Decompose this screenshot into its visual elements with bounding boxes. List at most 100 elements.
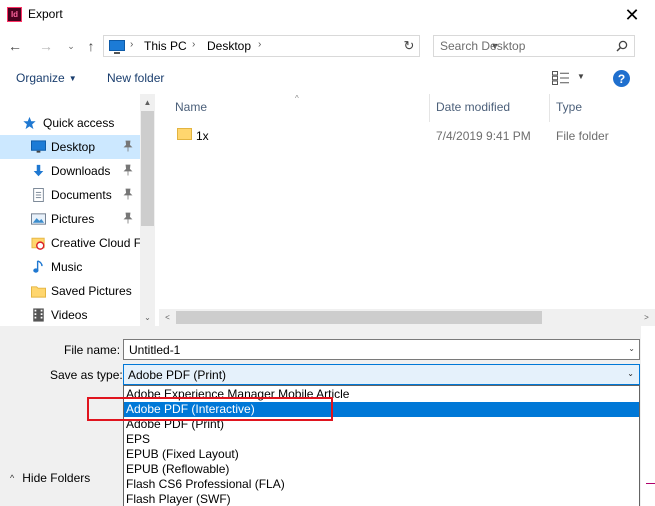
star-icon [23,116,36,130]
dropdown-option[interactable]: Adobe PDF (Print) [124,417,639,432]
column-header-type[interactable]: Type [556,100,582,122]
organize-button[interactable]: Organize ▼ [16,71,77,85]
caret-down-icon[interactable]: ▼ [577,72,585,81]
search-icon[interactable] [616,40,628,52]
creative-cloud-icon [31,237,45,250]
chevron-down-icon[interactable]: ⌄ [628,344,635,353]
recent-locations-icon[interactable]: ⌄ [62,37,80,55]
sidebar-item-label: Downloads [51,164,111,178]
refresh-icon[interactable]: ↻ [399,35,420,57]
save-as-type-select[interactable]: Adobe PDF (Print) ⌄ [123,364,640,385]
help-icon[interactable]: ? [613,70,630,87]
scroll-down-icon[interactable]: ⌄ [140,309,155,326]
title-bar: Id Export ✕ [0,0,655,30]
sidebar-scrollbar[interactable]: ▲ ⌄ [140,94,155,326]
navigation-bar: ← → ⌄ ↑ › This PC › Desktop › ▼ ↻ [0,30,655,62]
file-name: 1x [196,129,209,143]
sidebar-item-label: Creative Cloud F [51,236,142,250]
horizontal-scrollbar[interactable]: < > [159,309,655,326]
navigation-pane: Quick access Desktop Downloads Documents… [0,94,155,326]
file-type: File folder [556,129,609,143]
background-window-accent [646,483,655,484]
breadcrumb-separator[interactable]: › [258,39,261,50]
column-divider[interactable] [549,94,550,122]
sidebar-item-label: Documents [51,188,112,202]
column-header-name[interactable]: Name [175,100,207,122]
folder-icon [31,286,46,298]
sidebar-item-label: Saved Pictures [51,284,132,298]
file-list: ^ Name Date modified Type 1x 7/4/2019 9:… [159,94,655,326]
dropdown-option[interactable]: Flash CS6 Professional (FLA) [124,477,639,492]
hide-folders-label: Hide Folders [22,471,91,485]
search-box[interactable] [433,35,635,57]
sidebar-item-pictures[interactable]: Pictures [0,207,140,231]
pin-icon[interactable] [122,188,134,200]
sidebar-item-saved-pictures[interactable]: Saved Pictures [0,279,140,303]
sidebar-item-creative-cloud[interactable]: Creative Cloud F [0,231,142,255]
scrollbar-thumb[interactable] [176,311,542,324]
back-arrow-icon[interactable]: ← [6,37,24,55]
organize-label: Organize [16,71,65,85]
breadcrumb-separator[interactable]: › [192,39,195,50]
window-title: Export [28,7,63,21]
file-row[interactable]: 1x 7/4/2019 9:41 PM File folder [159,124,639,146]
save-as-type-label: Save as type: [50,368,123,382]
breadcrumb-desktop[interactable]: Desktop [207,39,251,53]
file-name-label: File name: [64,343,121,357]
file-name-value[interactable]: Untitled-1 [129,343,180,357]
new-folder-button[interactable]: New folder [107,71,164,85]
file-name-field[interactable]: Untitled-1 ⌄ [123,339,640,360]
file-date: 7/4/2019 9:41 PM [436,129,531,143]
sidebar-item-videos[interactable]: Videos [0,303,140,326]
search-input[interactable] [434,36,614,56]
save-type-dropdown-list[interactable]: Adobe Experience Manager Mobile Article … [123,385,640,506]
caret-down-icon: ▼ [68,74,77,83]
documents-icon [33,188,44,202]
dropdown-option[interactable]: Adobe Experience Manager Mobile Article [124,387,639,402]
up-arrow-icon[interactable]: ↑ [82,37,100,55]
forward-arrow-icon[interactable]: → [37,37,55,55]
background-window-edge [641,326,655,506]
pin-icon[interactable] [122,164,134,176]
scrollbar-thumb[interactable] [141,111,154,226]
sidebar-item-label: Desktop [51,140,96,154]
pin-icon[interactable] [122,212,134,224]
pictures-icon [31,213,46,225]
desktop-icon [31,140,46,153]
dropdown-option[interactable]: Flash Player (SWF) [124,492,639,506]
sidebar-item-label: Music [51,260,83,274]
sidebar-item-label: Quick access [43,116,115,130]
dropdown-option[interactable]: EPUB (Reflowable) [124,462,639,477]
view-options-icon[interactable] [552,71,570,85]
pin-icon[interactable] [122,140,134,152]
download-icon [33,164,44,177]
dropdown-option-selected[interactable]: Adobe PDF (Interactive) [124,402,639,417]
scroll-left-icon[interactable]: < [159,309,176,326]
scroll-up-icon[interactable]: ▲ [140,94,155,111]
save-as-type-value[interactable]: Adobe PDF (Print) [128,368,226,382]
dropdown-option[interactable]: EPS [124,432,639,447]
hide-folders-button[interactable]: ^ Hide Folders [10,471,90,485]
address-bar[interactable]: › This PC › Desktop › ▼ [103,35,499,57]
sidebar-item-music[interactable]: Music [0,255,140,279]
dropdown-option[interactable]: EPUB (Fixed Layout) [124,447,639,462]
indesign-app-icon: Id [7,7,22,22]
videos-icon [33,308,44,322]
chevron-down-icon[interactable]: ⌄ [627,369,634,378]
chevron-up-icon: ^ [10,473,15,483]
command-bar: Organize ▼ New folder ▼ ? [0,62,655,94]
music-icon [33,260,43,273]
column-divider[interactable] [429,94,430,122]
sidebar-item-desktop[interactable]: Desktop [0,135,140,159]
sidebar-item-documents[interactable]: Documents [0,183,140,207]
breadcrumb-this-pc[interactable]: This PC [144,39,187,53]
sidebar-item-label: Videos [51,308,88,322]
sidebar-item-label: Pictures [51,212,95,226]
breadcrumb-separator[interactable]: › [130,39,133,50]
sidebar-item-quick-access[interactable]: Quick access [0,111,140,135]
scroll-right-icon[interactable]: > [638,309,655,326]
sidebar-item-downloads[interactable]: Downloads [0,159,140,183]
column-header-date-modified[interactable]: Date modified [436,100,510,122]
sort-arrow-icon: ^ [295,94,299,103]
close-button[interactable]: ✕ [609,0,655,30]
